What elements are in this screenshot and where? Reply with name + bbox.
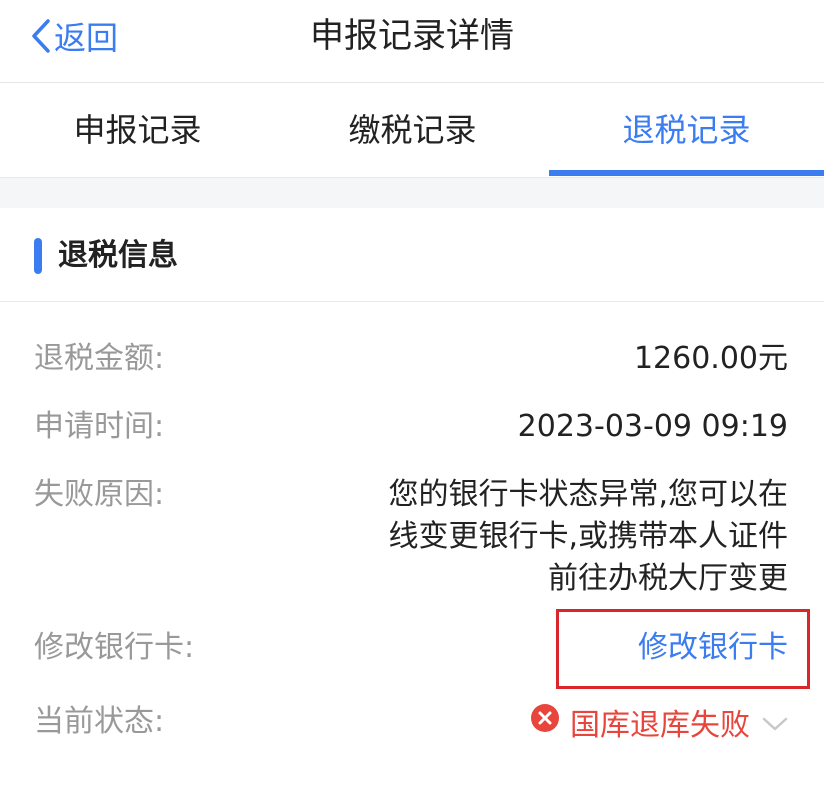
record-tabs: 申报记录 缴税记录 退税记录 <box>0 83 824 178</box>
refund-amount-label: 退税金额: <box>34 341 165 376</box>
refund-amount-value: 1260.00元 <box>633 341 788 376</box>
section-divider <box>0 178 824 208</box>
highlight-annotation-box <box>556 609 810 689</box>
apply-time-label: 申请时间: <box>34 409 165 444</box>
status-dropdown[interactable]: 国库退库失败 <box>530 701 788 743</box>
section-title: 退税信息 <box>58 238 178 273</box>
status-label: 当前状态: <box>34 704 165 739</box>
tab-refund-records[interactable]: 退税记录 <box>549 83 824 177</box>
page-title: 申报记录详情 <box>310 16 514 56</box>
modify-card-label: 修改银行卡: <box>34 630 195 665</box>
fail-reason-value: 您的银行卡状态异常,您可以在 线变更银行卡,或携带本人证件 前往办税大厅变更 <box>388 477 788 596</box>
navigation-bar: 返回 申报记录详情 <box>0 0 824 83</box>
tab-payment-records[interactable]: 缴税记录 <box>275 83 550 177</box>
section-accent-bar <box>34 238 42 274</box>
error-circle-icon <box>530 703 560 741</box>
status-value: 国库退库失败 <box>570 708 750 743</box>
tab-declaration-records[interactable]: 申报记录 <box>0 83 275 177</box>
active-tab-indicator <box>549 170 824 176</box>
apply-time-value: 2023-03-09 09:19 <box>517 409 788 444</box>
section-header: 退税信息 <box>0 208 824 302</box>
fail-reason-label: 失败原因: <box>34 477 165 512</box>
chevron-down-icon <box>762 705 788 740</box>
